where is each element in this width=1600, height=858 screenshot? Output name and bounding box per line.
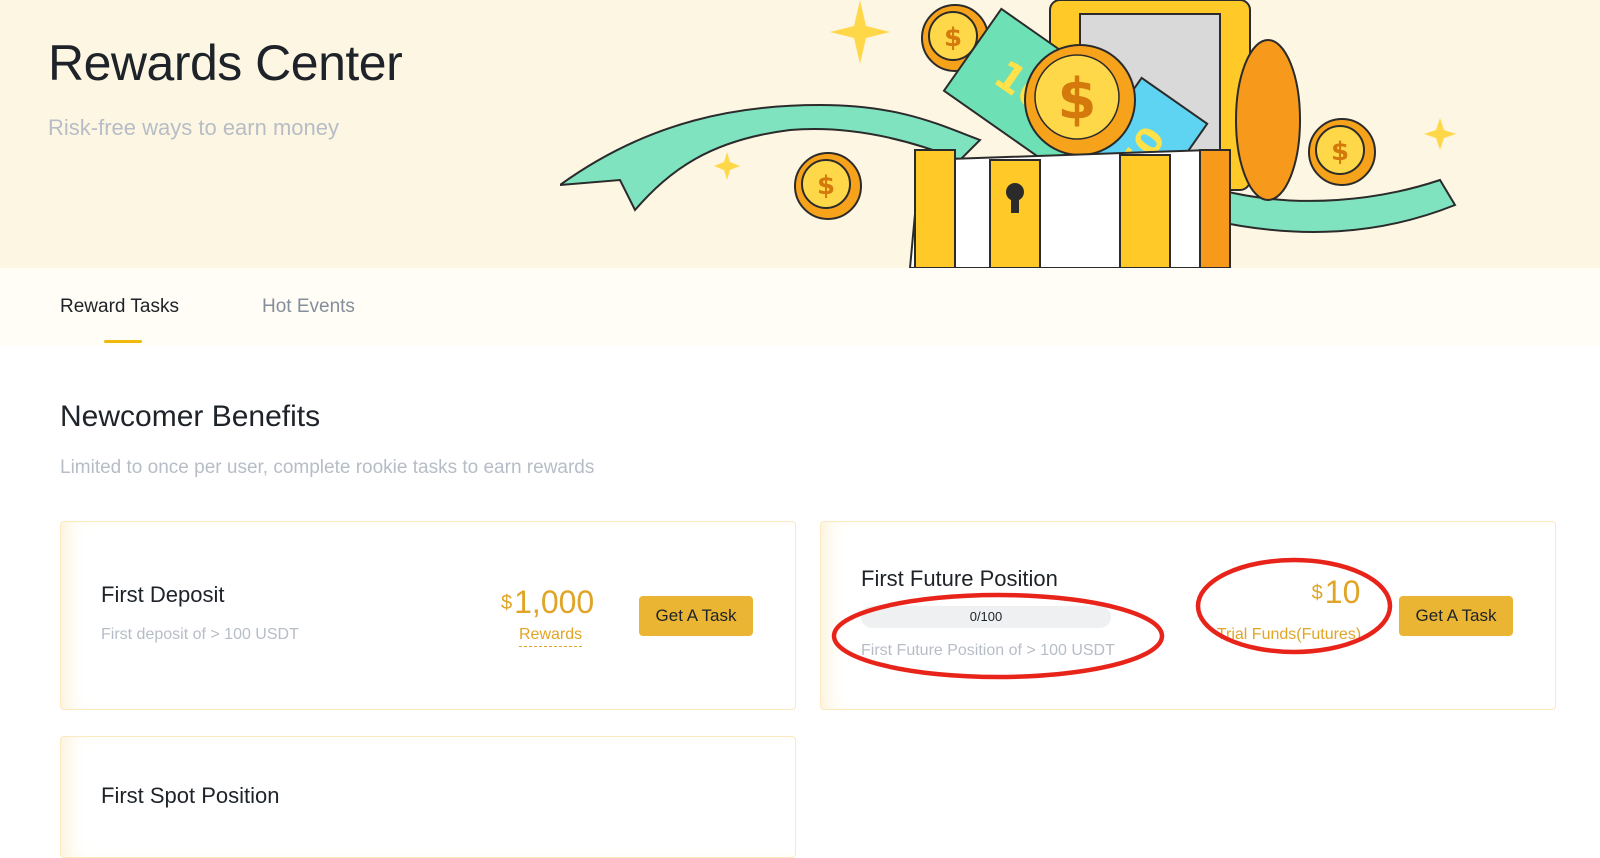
task-description: First deposit of > 100 USDT — [101, 626, 299, 643]
get-a-task-button[interactable]: Get A Task — [639, 596, 753, 636]
progress-text: 0/100 — [969, 609, 1003, 624]
tab-bar: Reward Tasks Hot Events — [0, 268, 1600, 346]
task-title: First Spot Position — [101, 783, 280, 808]
reward-label: Trial Funds(Futures) — [1216, 626, 1362, 643]
svg-text:$: $ — [817, 171, 835, 201]
reward-amount: $10 — [1251, 574, 1421, 611]
svg-text:$: $ — [1331, 137, 1349, 167]
get-a-task-button[interactable]: Get A Task — [1399, 596, 1513, 636]
section-subtitle: Limited to once per user, complete rooki… — [60, 457, 595, 478]
svg-text:$: $ — [944, 23, 962, 53]
task-card-first-deposit: First Deposit First deposit of > 100 USD… — [60, 521, 796, 710]
task-description: First Future Position of > 100 USDT — [861, 642, 1115, 659]
currency-symbol: $ — [1311, 582, 1323, 604]
active-tab-indicator — [104, 340, 142, 343]
reward-label[interactable]: Rewards — [519, 626, 583, 647]
page-title: Rewards Center — [48, 35, 403, 91]
reward-amount: $1,000 — [501, 584, 594, 621]
treasure-chest-illustration: $ $ $ 100 50 $ — [560, 0, 1457, 268]
reward-value: 1,000 — [514, 584, 595, 620]
task-card-first-spot-position: First Spot Position — [60, 736, 796, 858]
reward-value: 10 — [1324, 574, 1361, 610]
tab-reward-tasks[interactable]: Reward Tasks — [60, 296, 179, 318]
section-title: Newcomer Benefits — [60, 400, 321, 433]
currency-symbol: $ — [501, 592, 513, 614]
task-title: First Future Position — [861, 566, 1058, 591]
task-title: First Deposit — [101, 582, 225, 607]
svg-text:$: $ — [1058, 67, 1097, 132]
task-card-first-future-position: First Future Position 0/100 First Future… — [820, 521, 1556, 710]
tab-hot-events[interactable]: Hot Events — [262, 296, 355, 318]
hero-banner: Rewards Center Risk-free ways to earn mo… — [0, 0, 1600, 268]
page-subtitle: Risk-free ways to earn money — [48, 115, 339, 140]
task-progress-bar: 0/100 — [861, 606, 1111, 628]
